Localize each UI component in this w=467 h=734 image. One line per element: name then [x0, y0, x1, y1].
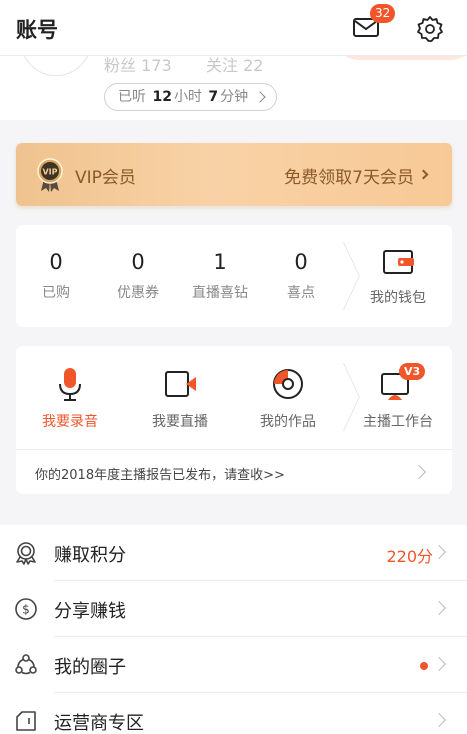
mail-badge: 32: [370, 4, 396, 23]
chevron-right-icon: [254, 91, 266, 103]
list-item-carrier-zone[interactable]: 运营商专区: [0, 693, 467, 734]
list-item-label: 赚取积分: [54, 545, 126, 566]
minutes-unit: 分钟: [220, 89, 249, 105]
points-value: 220分: [386, 547, 433, 566]
decorative-banner: [330, 56, 467, 60]
my-works-button[interactable]: 我的作品: [238, 366, 338, 431]
list-item-my-circle[interactable]: 我的圈子: [0, 637, 467, 693]
stat-coupons[interactable]: 0 优惠券: [98, 250, 178, 302]
chevron-right-icon: [431, 656, 447, 672]
top-bar: 账号 32: [0, 0, 467, 56]
chevron-right-icon: [411, 464, 427, 480]
stat-value: 0: [131, 250, 145, 274]
gear-icon[interactable]: [416, 15, 444, 43]
chevron-right-icon: [431, 544, 447, 560]
menu-list: 赚取积分 220分 $ 分享赚钱 我的圈子 运营商专区: [0, 525, 467, 734]
listen-prefix: 已听: [118, 89, 146, 105]
list-item-label: 运营商专区: [54, 713, 144, 734]
svg-text:$: $: [22, 603, 30, 617]
list-item-earn-points[interactable]: 赚取积分 220分: [0, 525, 467, 581]
avatar[interactable]: [20, 56, 92, 76]
circle-network-icon: [15, 654, 37, 675]
dollar-coin-icon: $: [15, 598, 37, 620]
profile-section: 粉丝 173 关注 22 已听 12 小时 7 分钟: [0, 56, 467, 120]
wallet-card: 0 已购 0 优惠券 1 直播喜钻 0 喜点 我的钱包: [16, 225, 452, 327]
chevron-right-icon: [418, 169, 429, 180]
stat-label: 直播喜钻: [192, 285, 248, 301]
disc-icon: [268, 366, 308, 402]
creator-tools-card: 我要录音 我要直播 我的作品 V3 主播工作台 你的2018年度主播报告已发布，…: [16, 346, 452, 494]
wallet-label: 我的钱包: [370, 290, 426, 306]
annual-report-banner[interactable]: 你的2018年度主播报告已发布，请查收>>: [16, 449, 452, 494]
svg-text:VIP: VIP: [42, 168, 57, 177]
stat-value: 1: [213, 250, 227, 274]
medal-icon: [16, 542, 36, 565]
tool-label: 我要录音: [42, 414, 98, 430]
stat-xidian[interactable]: 0 喜点: [261, 250, 341, 302]
stat-value: 0: [49, 250, 63, 274]
microphone-icon: [50, 366, 90, 402]
vip-banner[interactable]: VIP VIP会员 免费领取7天会员: [16, 143, 452, 206]
following-count[interactable]: 关注 22: [206, 56, 263, 76]
sim-card-icon: [16, 711, 36, 731]
chevron-right-icon: [431, 712, 447, 728]
fans-count[interactable]: 粉丝 173: [104, 56, 172, 76]
notification-dot: [420, 662, 428, 670]
wallet-icon: [378, 247, 418, 283]
listen-minutes: 7: [208, 89, 219, 105]
version-badge: V3: [399, 363, 426, 380]
listen-time-pill[interactable]: 已听 12 小时 7 分钟: [104, 83, 278, 111]
stat-live-diamonds[interactable]: 1 直播喜钻: [180, 250, 260, 302]
tool-label: 我的作品: [260, 414, 316, 430]
list-item-label: 分享赚钱: [54, 601, 126, 622]
hours-unit: 小时: [173, 89, 202, 105]
page-title: 账号: [16, 18, 58, 42]
stat-label: 喜点: [287, 285, 315, 301]
listen-hours: 12: [152, 89, 172, 105]
my-wallet-button[interactable]: 我的钱包: [348, 247, 448, 307]
live-camera-icon: [160, 366, 200, 402]
tool-label: 我要直播: [152, 414, 208, 430]
creator-studio-button[interactable]: V3 主播工作台: [348, 363, 448, 431]
stat-value: 0: [294, 250, 308, 274]
vip-label: VIP会员: [75, 168, 136, 188]
vip-promo-text: 免费领取7天会员: [284, 168, 414, 188]
vip-badge-icon: VIP: [37, 158, 63, 192]
stat-purchased[interactable]: 0 已购: [16, 250, 96, 302]
stat-label: 已购: [42, 285, 70, 301]
go-live-button[interactable]: 我要直播: [130, 366, 230, 431]
tool-label: 主播工作台: [363, 414, 433, 430]
record-button[interactable]: 我要录音: [20, 366, 120, 431]
monitor-icon: V3: [378, 363, 426, 402]
report-text: 你的2018年度主播报告已发布，请查收>>: [35, 468, 285, 483]
list-item-share-earn[interactable]: $ 分享赚钱: [0, 581, 467, 637]
stat-label: 优惠券: [117, 285, 159, 301]
chevron-right-icon: [431, 600, 447, 616]
list-item-label: 我的圈子: [54, 657, 126, 678]
